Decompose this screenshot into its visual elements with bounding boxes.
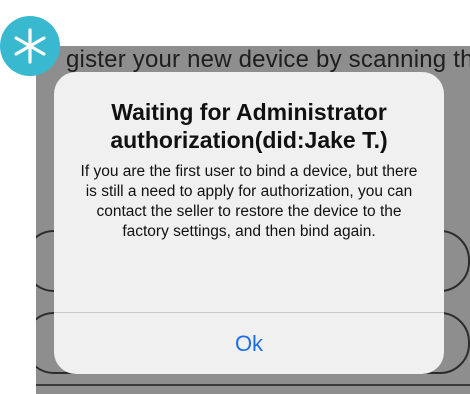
- ok-button[interactable]: Ok: [54, 313, 444, 374]
- background-divider: [36, 384, 470, 386]
- asterisk-icon-glyph: [14, 28, 46, 64]
- authorization-alert-dialog: Waiting for Administrator authorization(…: [54, 72, 444, 374]
- scan-instruction-text: gister your new device by scanning the: [66, 46, 470, 73]
- asterisk-icon: [0, 16, 60, 76]
- alert-title: Waiting for Administrator authorization(…: [110, 99, 388, 153]
- alert-message: If you are the first user to bind a devi…: [80, 163, 418, 240]
- screenshot-frame: gister your new device by scanning the W…: [0, 0, 470, 394]
